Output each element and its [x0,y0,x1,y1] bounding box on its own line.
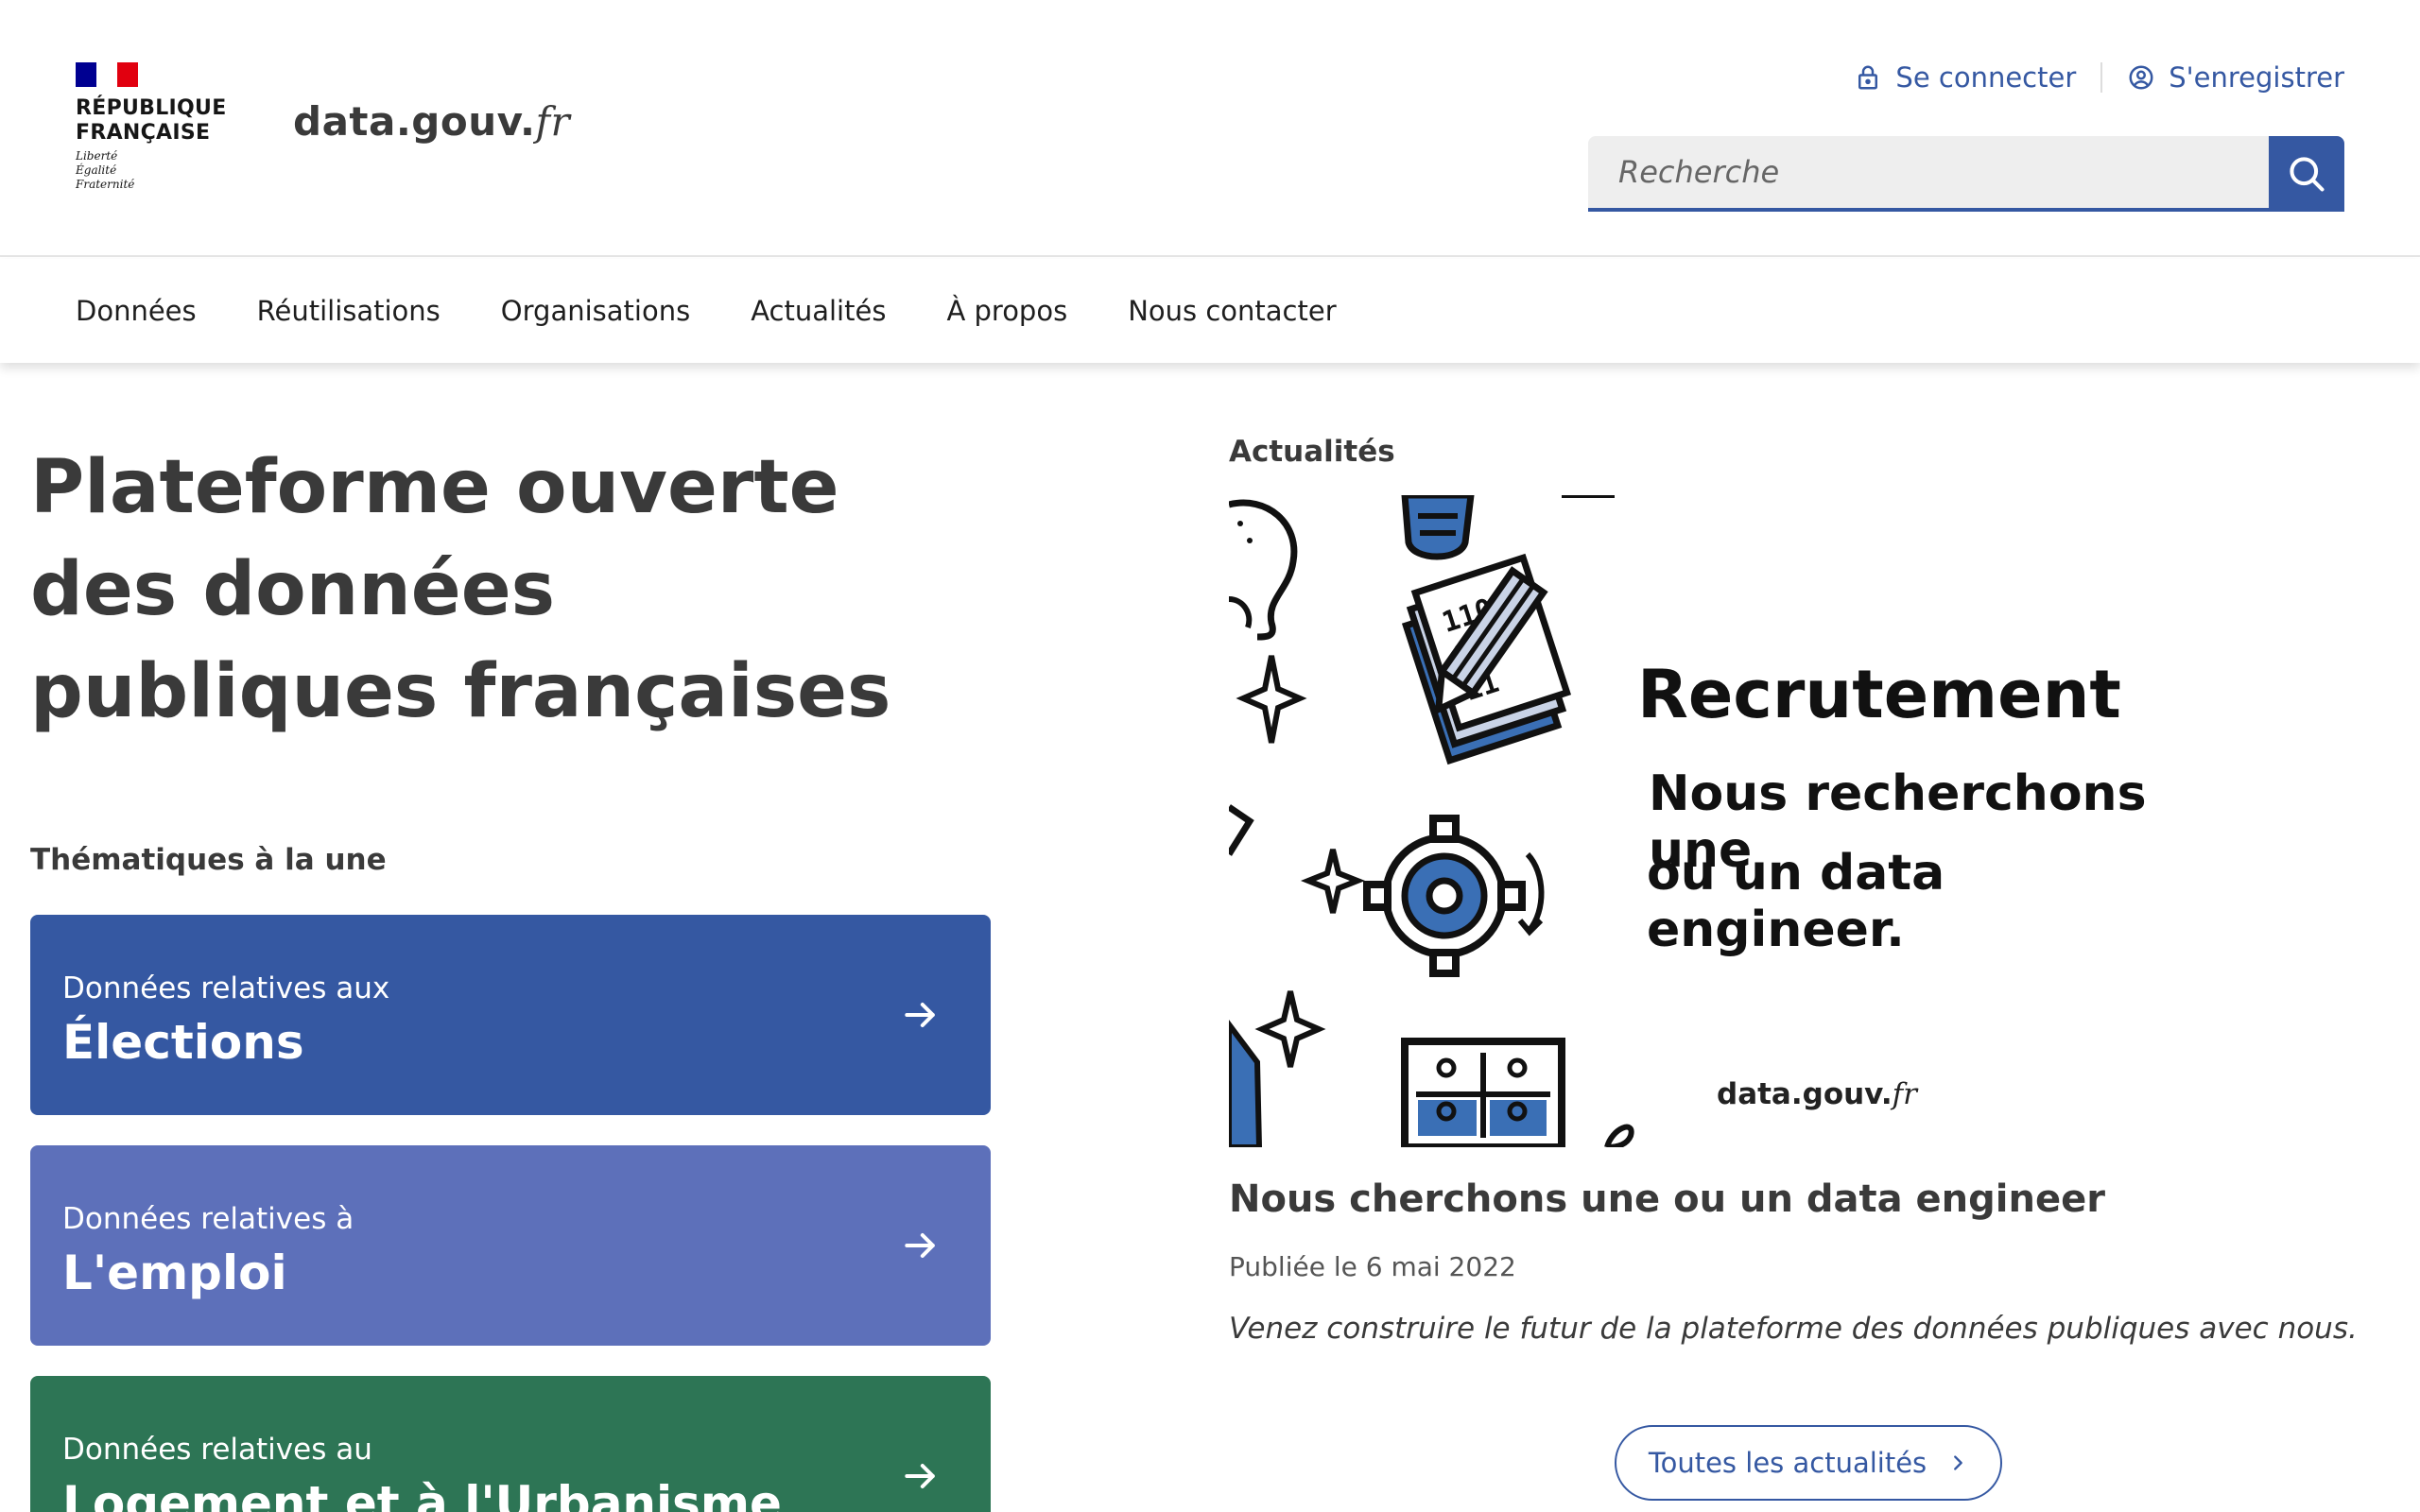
chevron-right-icon [1954,1455,1963,1470]
all-news-label: Toutes les actualités [1648,1447,1927,1479]
all-news-button[interactable]: Toutes les actualités [1615,1425,2002,1501]
republic-motto: Liberté Égalité Fraternité [76,149,227,192]
arrow-right-icon [905,1463,935,1489]
main-nav: Données Réutilisations Organisations Act… [0,259,2420,363]
illustration-line-2: ou un data engineer. [1647,845,1945,958]
user-circle-icon [2129,65,2153,90]
nav-item-donnees[interactable]: Données [76,295,197,327]
lock-icon [1858,65,1878,90]
republic-line-2: FRANÇAISE [76,121,211,145]
arrow-right-icon [905,1002,935,1028]
news-article-description: Venez construire le futur de la platefor… [1229,1312,2358,1346]
theme-card-title: Élections [62,1015,304,1070]
motto-egalite: Égalité [76,163,117,177]
site-name-link[interactable]: data.gouv.fr [293,98,570,145]
search-icon [2290,157,2325,192]
arrow-right-icon [905,1232,935,1259]
french-flag-icon [76,62,138,87]
theme-card-logement[interactable]: Données relatives au Logement et à l'Urb… [30,1376,991,1512]
theme-card-subtitle: Données relatives à [62,1202,354,1236]
illustration-brand-main: data.gouv. [1717,1077,1893,1111]
theme-card-subtitle: Données relatives aux [62,971,390,1005]
site-header: RÉPUBLIQUE FRANÇAISE Liberté Égalité Fra… [0,0,2420,257]
header-tools: Se connecter S'enregistrer [1854,55,2344,100]
news-heading: Actualités [1229,435,1395,469]
nav-item-nous-contacter[interactable]: Nous contacter [1128,295,1336,327]
illustration-brand-suffix: fr [1892,1077,1917,1111]
nav-item-a-propos[interactable]: À propos [946,295,1067,327]
theme-card-title: Logement et à l'Urbanisme [62,1476,782,1512]
republic-line-1: RÉPUBLIQUE [76,96,227,120]
news-article-title[interactable]: Nous cherchons une ou un data engineer [1229,1177,2105,1221]
nav-item-organisations[interactable]: Organisations [501,295,690,327]
page-title: Plateforme ouverte des données publiques… [30,445,891,734]
theme-card-emploi[interactable]: Données relatives à L'emploi [30,1145,991,1346]
register-label: S'enregistrer [2169,61,2344,94]
news-illustration[interactable]: 110 00 11 [1229,495,2212,1147]
search-input[interactable] [1588,136,2269,212]
motto-fraternite: Fraternité [76,178,135,191]
thematiques-heading: Thématiques à la une [30,843,387,877]
motto-liberte: Liberté [76,149,118,163]
nav-item-reutilisations[interactable]: Réutilisations [257,295,441,327]
illustration-headline: Recrutement [1637,656,2121,733]
illustration-brand: data.gouv.fr [1717,1077,1917,1111]
search-bar [1588,136,2344,212]
news-article-date: Publiée le 6 mai 2022 [1229,1251,1516,1282]
site-name-main: data.gouv. [293,98,536,145]
nav-item-actualites[interactable]: Actualités [751,295,886,327]
tools-divider [2100,62,2103,93]
republique-francaise-logo[interactable]: RÉPUBLIQUE FRANÇAISE Liberté Égalité Fra… [76,62,227,195]
theme-card-elections[interactable]: Données relatives aux Élections [30,915,991,1115]
site-name-suffix: fr [535,98,571,145]
register-link[interactable]: S'enregistrer [2127,61,2344,94]
theme-card-subtitle: Données relatives au [62,1433,372,1467]
search-button[interactable] [2269,136,2344,212]
theme-card-title: L'emploi [62,1246,287,1300]
republic-name: RÉPUBLIQUE FRANÇAISE [76,96,227,146]
login-link[interactable]: Se connecter [1854,61,2076,94]
login-label: Se connecter [1895,61,2077,94]
